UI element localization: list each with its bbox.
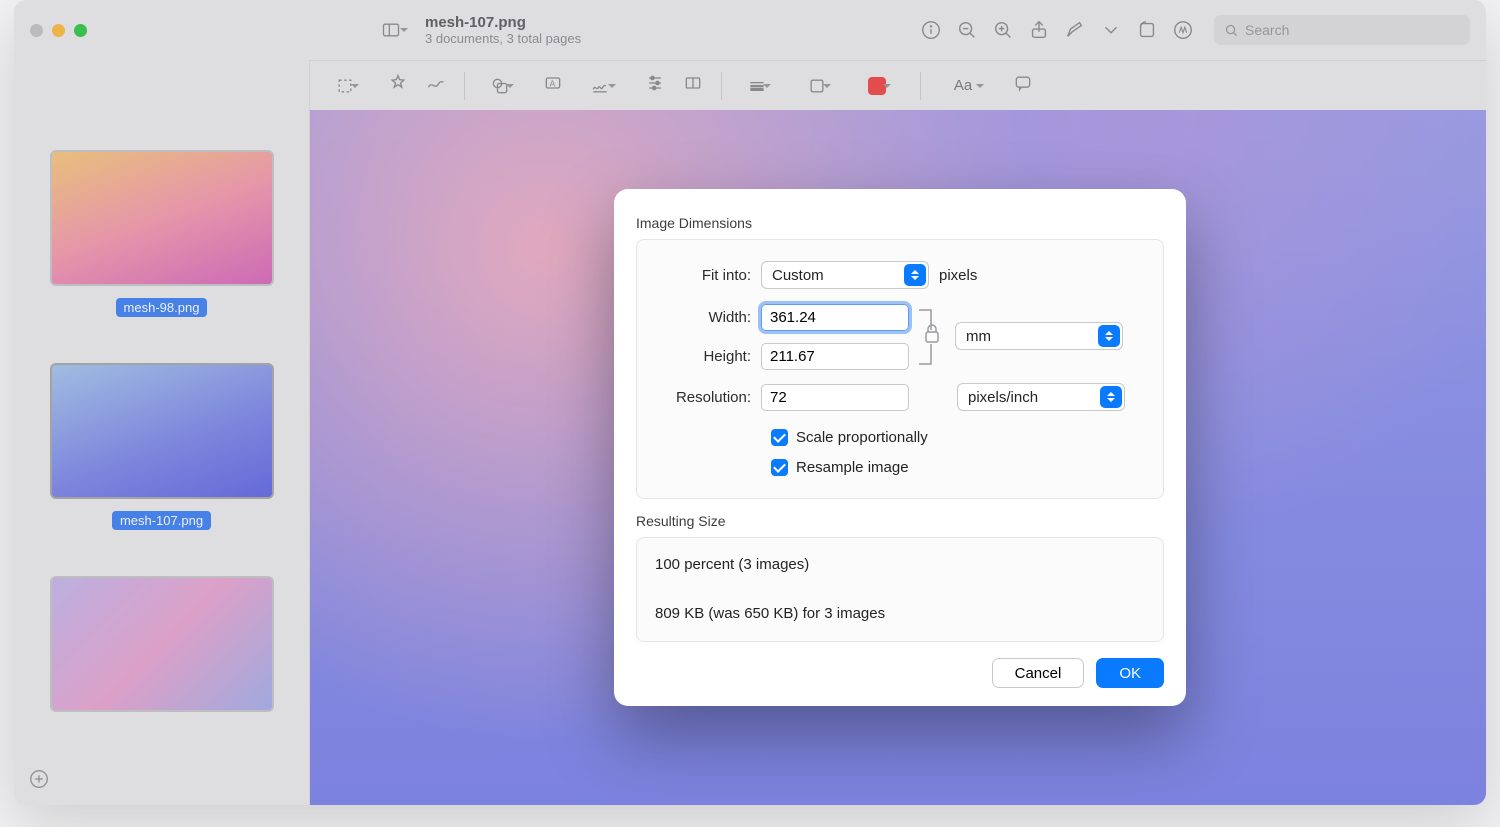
scale-proportionally-checkbox[interactable] — [771, 429, 788, 446]
ok-button[interactable]: OK — [1096, 658, 1164, 688]
width-label: Width: — [655, 309, 761, 326]
resolution-unit-value: pixels/inch — [968, 389, 1038, 406]
cancel-button[interactable]: Cancel — [992, 658, 1085, 688]
resample-image-checkbox[interactable] — [771, 459, 788, 476]
result-percent-text: 100 percent (3 images) — [655, 554, 1145, 577]
fit-into-value: Custom — [772, 267, 824, 284]
dimension-unit-select[interactable]: mm — [955, 322, 1123, 350]
stepper-icon — [904, 264, 926, 286]
fit-into-label: Fit into: — [655, 267, 761, 284]
dimension-unit-value: mm — [966, 328, 991, 345]
resolution-label: Resolution: — [655, 389, 761, 406]
fit-into-unit: pixels — [939, 267, 977, 284]
resulting-size-heading: Resulting Size — [636, 513, 1164, 529]
height-input[interactable] — [761, 343, 909, 370]
resolution-unit-select[interactable]: pixels/inch — [957, 383, 1125, 411]
scale-proportionally-label: Scale proportionally — [796, 429, 928, 446]
app-window: mesh-107.png 3 documents, 3 total pages … — [14, 0, 1486, 805]
fit-into-select[interactable]: Custom — [761, 261, 929, 289]
result-size-text: 809 KB (was 650 KB) for 3 images — [655, 603, 1145, 626]
resolution-input[interactable] — [761, 384, 909, 411]
stepper-icon — [1098, 325, 1120, 347]
height-label: Height: — [655, 348, 761, 365]
image-dimensions-heading: Image Dimensions — [636, 215, 1164, 231]
width-input[interactable] — [761, 304, 909, 331]
resample-image-label: Resample image — [796, 459, 909, 476]
stepper-icon — [1100, 386, 1122, 408]
adjust-size-dialog: Image Dimensions Fit into: Custom pixels… — [614, 189, 1186, 706]
lock-aspect-icon[interactable] — [917, 304, 947, 364]
